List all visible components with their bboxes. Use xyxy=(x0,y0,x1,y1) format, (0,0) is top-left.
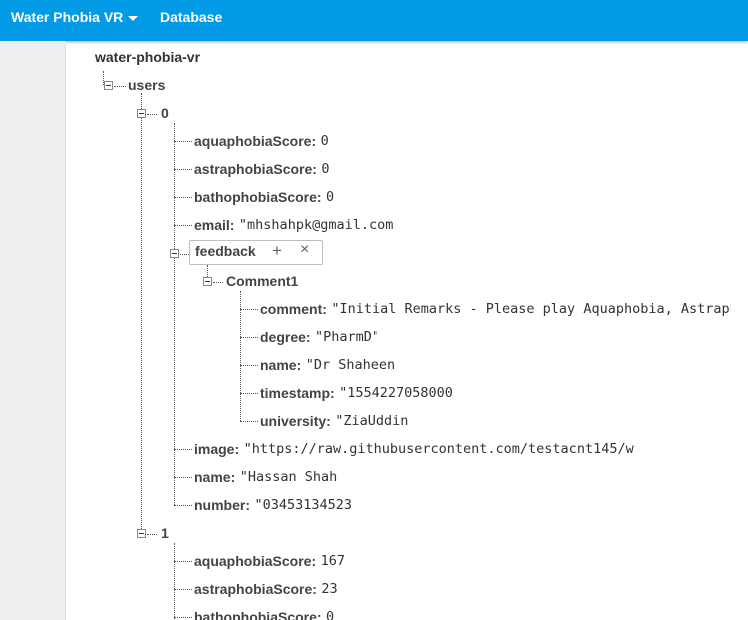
field-value[interactable]: "Initial Remarks - Please play Aquaphobi… xyxy=(331,299,731,319)
field-key: aquaphobiaScore: xyxy=(194,553,317,569)
tree-line xyxy=(174,505,192,506)
field-row[interactable]: bathophobiaScore: 0 xyxy=(194,607,334,620)
field-key: image: xyxy=(194,441,240,457)
field-value[interactable]: 0 xyxy=(321,159,329,179)
field-value[interactable]: "ZiaUddin xyxy=(335,411,408,431)
field-key: comment: xyxy=(260,301,327,317)
tree-line xyxy=(213,282,223,283)
field-value[interactable]: "Hassan Shah xyxy=(240,467,338,487)
collapse-toggle-feedback[interactable] xyxy=(170,249,179,258)
field-key: university: xyxy=(260,413,331,429)
field-value[interactable]: "https://raw.githubusercontent.com/testa… xyxy=(244,439,634,459)
collapse-toggle-users[interactable] xyxy=(104,81,113,90)
field-value[interactable]: 0 xyxy=(321,131,329,151)
tree-line xyxy=(240,393,258,394)
tree-line xyxy=(174,225,192,226)
tree-line xyxy=(174,617,192,618)
node-comment1[interactable]: Comment1 xyxy=(226,273,298,289)
field-row[interactable]: astraphobiaScore: 0 xyxy=(194,159,330,179)
tree-line xyxy=(174,449,192,450)
tree-line xyxy=(174,169,192,170)
database-tree: water-phobia-vr users 0 aquaphobiaScore:… xyxy=(66,41,748,620)
tree-line xyxy=(240,421,258,422)
tree-line xyxy=(174,543,175,620)
field-key: bathophobiaScore: xyxy=(194,189,322,205)
tree-line xyxy=(240,337,258,338)
add-child-icon[interactable]: + xyxy=(272,241,282,261)
field-key: number: xyxy=(194,497,250,513)
field-value[interactable]: "Dr Shaheen xyxy=(306,355,395,375)
collapse-toggle-user-0[interactable] xyxy=(137,109,146,118)
tree-line xyxy=(174,477,192,478)
tree-line xyxy=(141,93,142,533)
left-sidebar xyxy=(0,41,66,620)
field-row[interactable]: comment: "Initial Remarks - Please play … xyxy=(260,299,731,319)
field-value[interactable]: "mhshahpk@gmail.com xyxy=(239,215,393,235)
field-value[interactable]: 167 xyxy=(321,551,345,571)
tree-line xyxy=(240,291,241,421)
tree-root-label: water-phobia-vr xyxy=(95,49,201,65)
field-key: astraphobiaScore: xyxy=(194,161,317,177)
tree-line xyxy=(147,534,157,535)
tree-line xyxy=(174,589,192,590)
field-row[interactable]: email: "mhshahpk@gmail.com xyxy=(194,215,393,235)
tree-line xyxy=(174,197,192,198)
field-key: name: xyxy=(194,469,236,485)
section-title: Database xyxy=(160,9,223,25)
field-value[interactable]: "03453134523 xyxy=(254,495,352,515)
field-value[interactable]: 0 xyxy=(326,187,334,207)
node-feedback[interactable]: feedback xyxy=(195,243,256,259)
field-row[interactable]: university: "ZiaUddin xyxy=(260,411,408,431)
field-row[interactable]: bathophobiaScore: 0 xyxy=(194,187,334,207)
field-key: astraphobiaScore: xyxy=(194,581,317,597)
delete-node-icon[interactable]: × xyxy=(300,241,309,259)
field-key: bathophobiaScore: xyxy=(194,609,322,620)
field-key: timestamp: xyxy=(260,385,335,401)
node-users[interactable]: users xyxy=(128,77,165,93)
tree-line xyxy=(174,141,192,142)
field-row[interactable]: image: "https://raw.githubusercontent.co… xyxy=(194,439,634,459)
field-row[interactable]: aquaphobiaScore: 167 xyxy=(194,551,345,571)
field-value[interactable]: 0 xyxy=(326,607,334,620)
field-row[interactable]: timestamp: "1554227058000 xyxy=(260,383,453,403)
chevron-down-icon[interactable] xyxy=(126,11,140,25)
tree-line xyxy=(207,265,208,277)
node-user-0[interactable]: 0 xyxy=(161,105,169,121)
field-key: name: xyxy=(260,357,302,373)
field-row[interactable]: degree: "PharmD" xyxy=(260,327,377,347)
tree-line xyxy=(180,254,189,255)
field-key: degree: xyxy=(260,329,311,345)
collapse-toggle-comment1[interactable] xyxy=(203,277,212,286)
tree-line xyxy=(174,561,192,562)
tree-line xyxy=(240,365,258,366)
node-user-1[interactable]: 1 xyxy=(161,525,169,541)
field-row[interactable]: name: "Hassan Shah xyxy=(194,467,337,487)
field-value[interactable]: "1554227058000 xyxy=(339,383,453,403)
field-key: aquaphobiaScore: xyxy=(194,133,317,149)
field-row[interactable]: number: "03453134523 xyxy=(194,495,352,515)
field-row[interactable]: astraphobiaScore: 23 xyxy=(194,579,338,599)
tree-line xyxy=(240,309,258,310)
tree-line xyxy=(174,123,175,505)
tree-line xyxy=(114,86,126,87)
tree-line xyxy=(147,114,157,115)
app-header: Water Phobia VR Database xyxy=(0,0,748,41)
field-row[interactable]: name: "Dr Shaheen xyxy=(260,355,395,375)
project-name[interactable]: Water Phobia VR xyxy=(11,9,123,25)
field-row[interactable]: aquaphobiaScore: 0 xyxy=(194,131,329,151)
feedback-node-editor: feedback + × xyxy=(189,240,323,265)
collapse-toggle-user-1[interactable] xyxy=(137,529,146,538)
field-value[interactable]: "PharmD" xyxy=(315,327,377,347)
field-key: email: xyxy=(194,217,235,233)
field-value[interactable]: 23 xyxy=(321,579,337,599)
